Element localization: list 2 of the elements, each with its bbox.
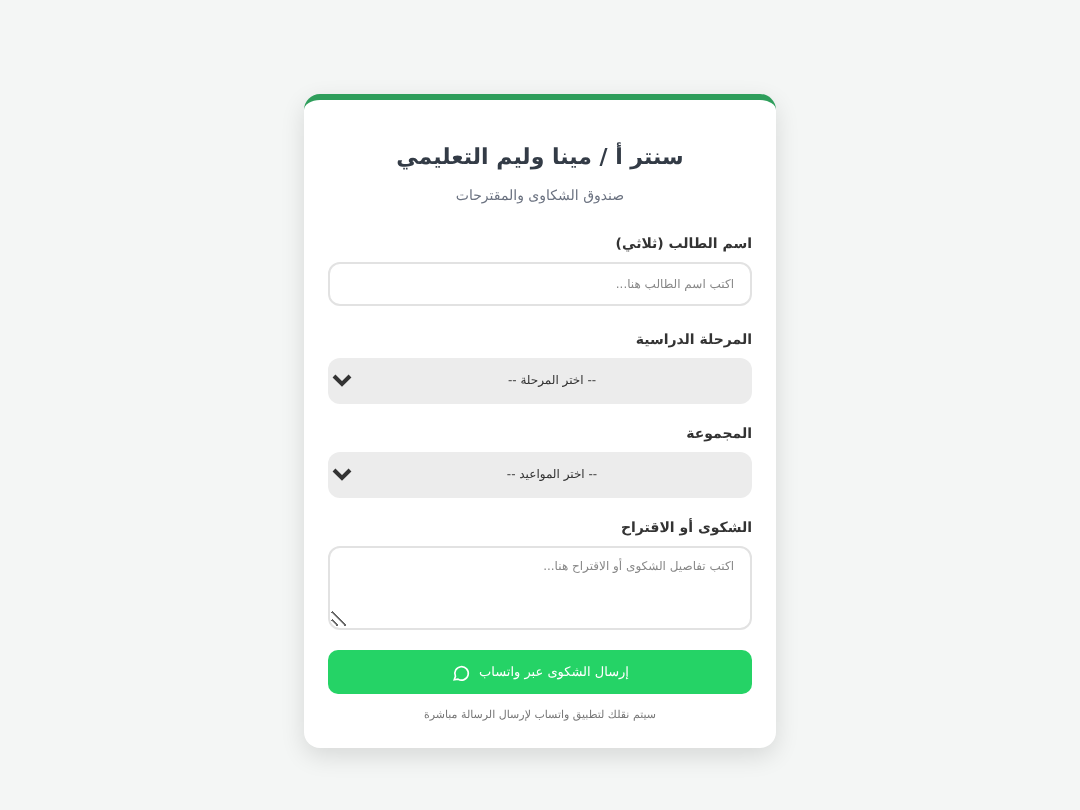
chat-bubble-icon: [451, 663, 469, 681]
card-title: سنتر أ / مينا وليم التعليمي: [394, 144, 686, 170]
